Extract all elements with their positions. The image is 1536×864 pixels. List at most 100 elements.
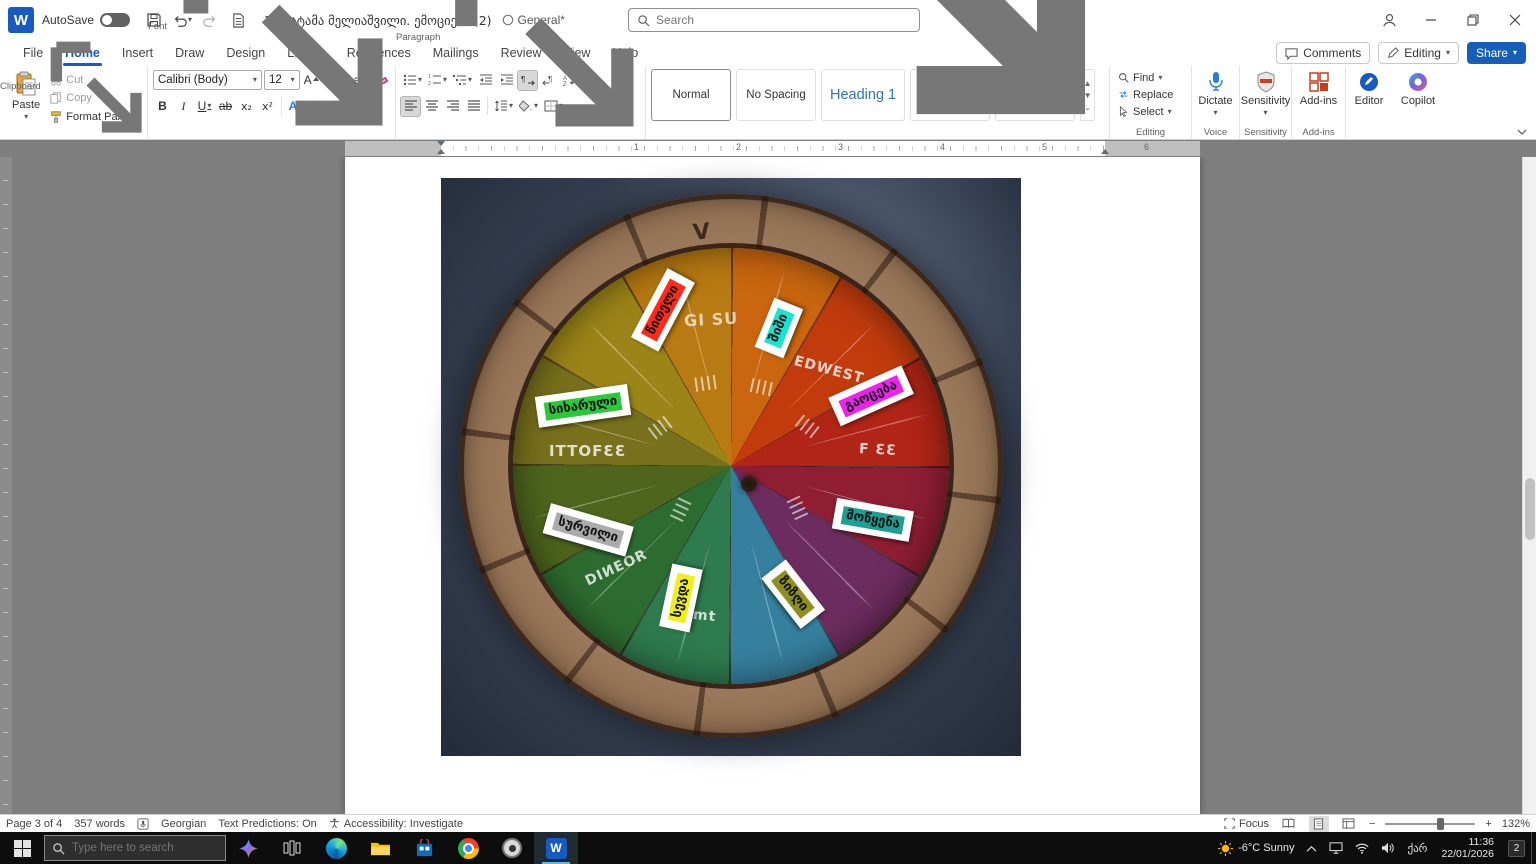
styles-dialog-launcher[interactable] — [676, 0, 1109, 138]
sensitivity-group: Sensitivity ▾ Sensitivity — [1240, 66, 1292, 139]
accessibility-status[interactable]: Accessibility: Investigate — [329, 818, 463, 830]
ruler-number: 3 — [838, 142, 843, 152]
select-button[interactable]: Select ▾ — [1115, 103, 1186, 120]
replace-button[interactable]: Replace — [1115, 86, 1186, 103]
task-view-button[interactable] — [270, 832, 314, 864]
restore-button[interactable] — [1452, 0, 1494, 40]
ruler-number: 4 — [940, 142, 945, 152]
app-button[interactable] — [490, 832, 534, 864]
start-button[interactable] — [0, 832, 44, 864]
scrollbar-thumb[interactable] — [1525, 478, 1535, 540]
widgets-button[interactable] — [226, 832, 270, 864]
horizontal-ruler[interactable]: 1 2 3 4 5 6 — [345, 141, 1200, 156]
document-page[interactable]: V GI SU EDWEST F ƐƐ ITTOFƐƐ DIИEOR mt ||… — [345, 157, 1200, 814]
sensitivity-caret: ▾ — [1263, 109, 1267, 117]
text-predictions[interactable]: Text Predictions: On — [218, 818, 316, 830]
taskbar-search-input[interactable] — [72, 842, 212, 854]
status-bar: Page 3 of 4 357 words Georgian Text Pred… — [0, 814, 1536, 832]
sensitivity-button[interactable]: Sensitivity ▾ — [1245, 69, 1286, 119]
styles-group: Normal No Spacing Heading 1 Heading 2 Ti… — [646, 66, 1110, 139]
chrome-app-button[interactable] — [446, 832, 490, 864]
store-app-button[interactable] — [402, 832, 446, 864]
weather-label: -6°C Sunny — [1238, 842, 1294, 854]
hidden-icons-button[interactable] — [1300, 832, 1323, 864]
file-explorer-button[interactable] — [358, 832, 402, 864]
wifi-icon — [1355, 843, 1369, 854]
left-indent-marker[interactable] — [437, 149, 445, 154]
font-dialog-launcher[interactable] — [171, 0, 395, 138]
emotion-label: სევდა — [668, 573, 696, 624]
addins-group-label: Add-ins — [1302, 127, 1334, 138]
zoom-slider[interactable] — [1385, 823, 1475, 825]
weather-widget[interactable]: -6°C Sunny — [1212, 832, 1300, 864]
comments-label: Comments — [1303, 46, 1361, 60]
display-tray-button[interactable] — [1323, 832, 1349, 864]
editing-mode-button[interactable]: Editing ▾ — [1378, 42, 1459, 64]
word-app-icon: W — [8, 7, 34, 33]
clipboard-group: Paste ▾ Cut Copy Format Painter Clipboar… — [0, 66, 148, 139]
word-count[interactable]: 357 words — [74, 818, 125, 830]
zoom-level[interactable]: 132% — [1502, 818, 1530, 830]
addins-button[interactable]: Add-ins — [1297, 69, 1340, 109]
word-taskbar-button[interactable]: W — [534, 832, 578, 864]
wheel-image[interactable]: V GI SU EDWEST F ƐƐ ITTOFƐƐ DIИEOR mt ||… — [441, 178, 1021, 756]
autosave-label: AutoSave — [42, 13, 94, 27]
network-tray-button[interactable] — [1349, 832, 1375, 864]
emotion-label: სიხარული — [544, 392, 623, 421]
chrome-icon — [458, 838, 479, 859]
account-button[interactable] — [1368, 0, 1410, 40]
volume-tray-button[interactable] — [1375, 832, 1401, 864]
edge-app-button[interactable] — [314, 832, 358, 864]
paragraph-group: ▾ 12▾ ▾ ¶ ¶ AZ ¶ ▾ ▾ ▾ Paragraph — [396, 66, 646, 139]
autosave-control[interactable]: AutoSave — [42, 13, 130, 27]
document-canvas: V GI SU EDWEST F ƐƐ ITTOFƐƐ DIИEOR mt ||… — [0, 157, 1536, 814]
collapse-ribbon-icon[interactable] — [1516, 129, 1528, 137]
dictate-label: Dictate — [1198, 95, 1232, 107]
clipboard-dialog-launcher[interactable] — [45, 36, 147, 138]
editing-mode-label: Editing — [1404, 46, 1441, 60]
notification-center-button[interactable]: 2 — [1502, 832, 1531, 864]
comments-button[interactable]: Comments — [1276, 42, 1370, 64]
show-desktop-button[interactable] — [1531, 832, 1536, 864]
print-layout-button[interactable] — [1309, 816, 1329, 832]
web-layout-button[interactable] — [1339, 816, 1359, 832]
clock[interactable]: 11:36 22/01/2026 — [1433, 836, 1502, 860]
focus-mode-button[interactable]: Focus — [1224, 818, 1269, 830]
first-line-indent-marker[interactable] — [437, 141, 445, 146]
minimize-button[interactable] — [1410, 0, 1452, 40]
zoom-slider-thumb[interactable] — [1437, 818, 1444, 830]
share-button[interactable]: Share ▾ — [1467, 42, 1526, 64]
paragraph-dialog-launcher[interactable] — [444, 0, 645, 138]
taskbar: W -6°C Sunny ქარ 11:36 22/01/2026 2 — [0, 832, 1536, 864]
web-layout-icon — [1342, 818, 1355, 829]
select-label: Select — [1133, 106, 1164, 118]
find-button[interactable]: Find ▾ — [1115, 69, 1186, 86]
autosave-toggle[interactable] — [100, 13, 130, 27]
vertical-scrollbar[interactable]: ▲ — [1522, 157, 1536, 814]
right-indent-marker[interactable] — [1101, 149, 1109, 154]
editing-group: Find ▾ Replace Select ▾ Editing — [1110, 66, 1192, 139]
zoom-in-button[interactable]: + — [1485, 818, 1491, 830]
wheel-scribble-right: F ƐƐ — [859, 441, 898, 459]
notification-badge: 2 — [1508, 840, 1525, 857]
dictation-status-button[interactable] — [137, 818, 149, 830]
find-caret: ▾ — [1158, 74, 1162, 82]
speaker-icon — [1381, 842, 1395, 854]
read-mode-button[interactable] — [1279, 816, 1299, 832]
addins-group: Add-ins Add-ins — [1292, 66, 1346, 139]
editor-button[interactable]: Editor — [1351, 69, 1387, 109]
minimize-icon — [1425, 14, 1437, 26]
monitor-icon — [1329, 842, 1343, 854]
page-indicator[interactable]: Page 3 of 4 — [6, 818, 62, 830]
copilot-button[interactable]: Copilot — [1397, 69, 1439, 109]
ruler-number: 5 — [1042, 142, 1047, 152]
replace-icon — [1118, 89, 1129, 100]
copilot-label: Copilot — [1401, 95, 1435, 107]
language-indicator-taskbar[interactable]: ქარ — [1401, 832, 1433, 864]
vertical-ruler[interactable] — [0, 157, 12, 814]
dictate-button[interactable]: Dictate ▾ — [1197, 69, 1234, 119]
taskbar-search-box[interactable] — [44, 835, 226, 861]
close-button[interactable] — [1494, 0, 1536, 40]
zoom-out-button[interactable]: − — [1369, 818, 1375, 830]
language-indicator[interactable]: Georgian — [161, 818, 206, 830]
